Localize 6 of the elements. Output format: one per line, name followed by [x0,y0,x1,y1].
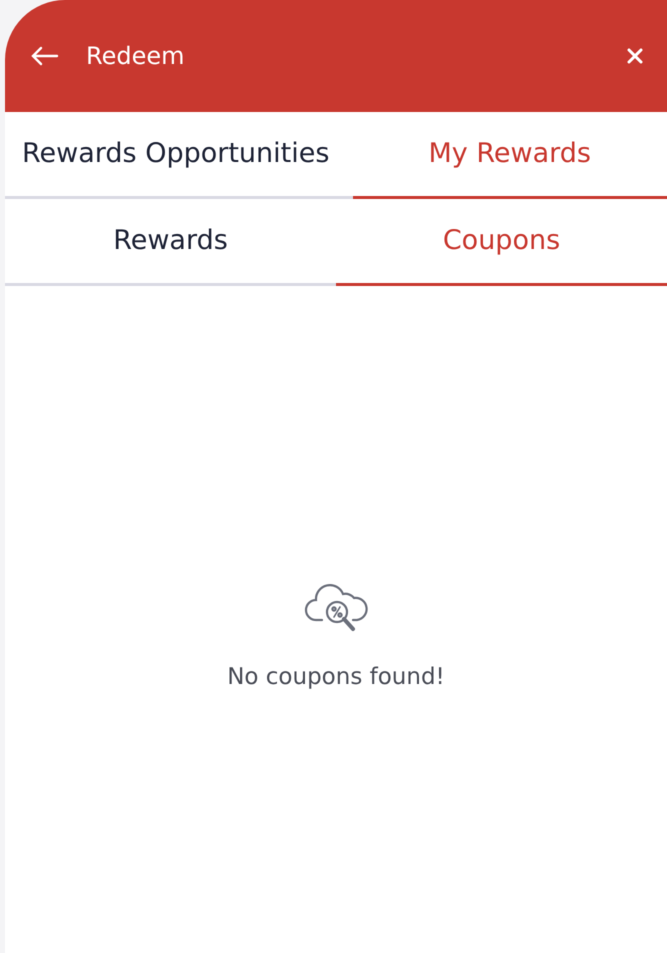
header-title: Redeem [86,41,185,72]
tab[interactable]: Rewards [5,199,336,286]
empty-message: No coupons found! [227,663,445,692]
tab[interactable]: Rewards Opportunities [5,112,352,199]
tab[interactable]: My Rewards [352,112,667,199]
tab[interactable]: Coupons [336,199,667,286]
